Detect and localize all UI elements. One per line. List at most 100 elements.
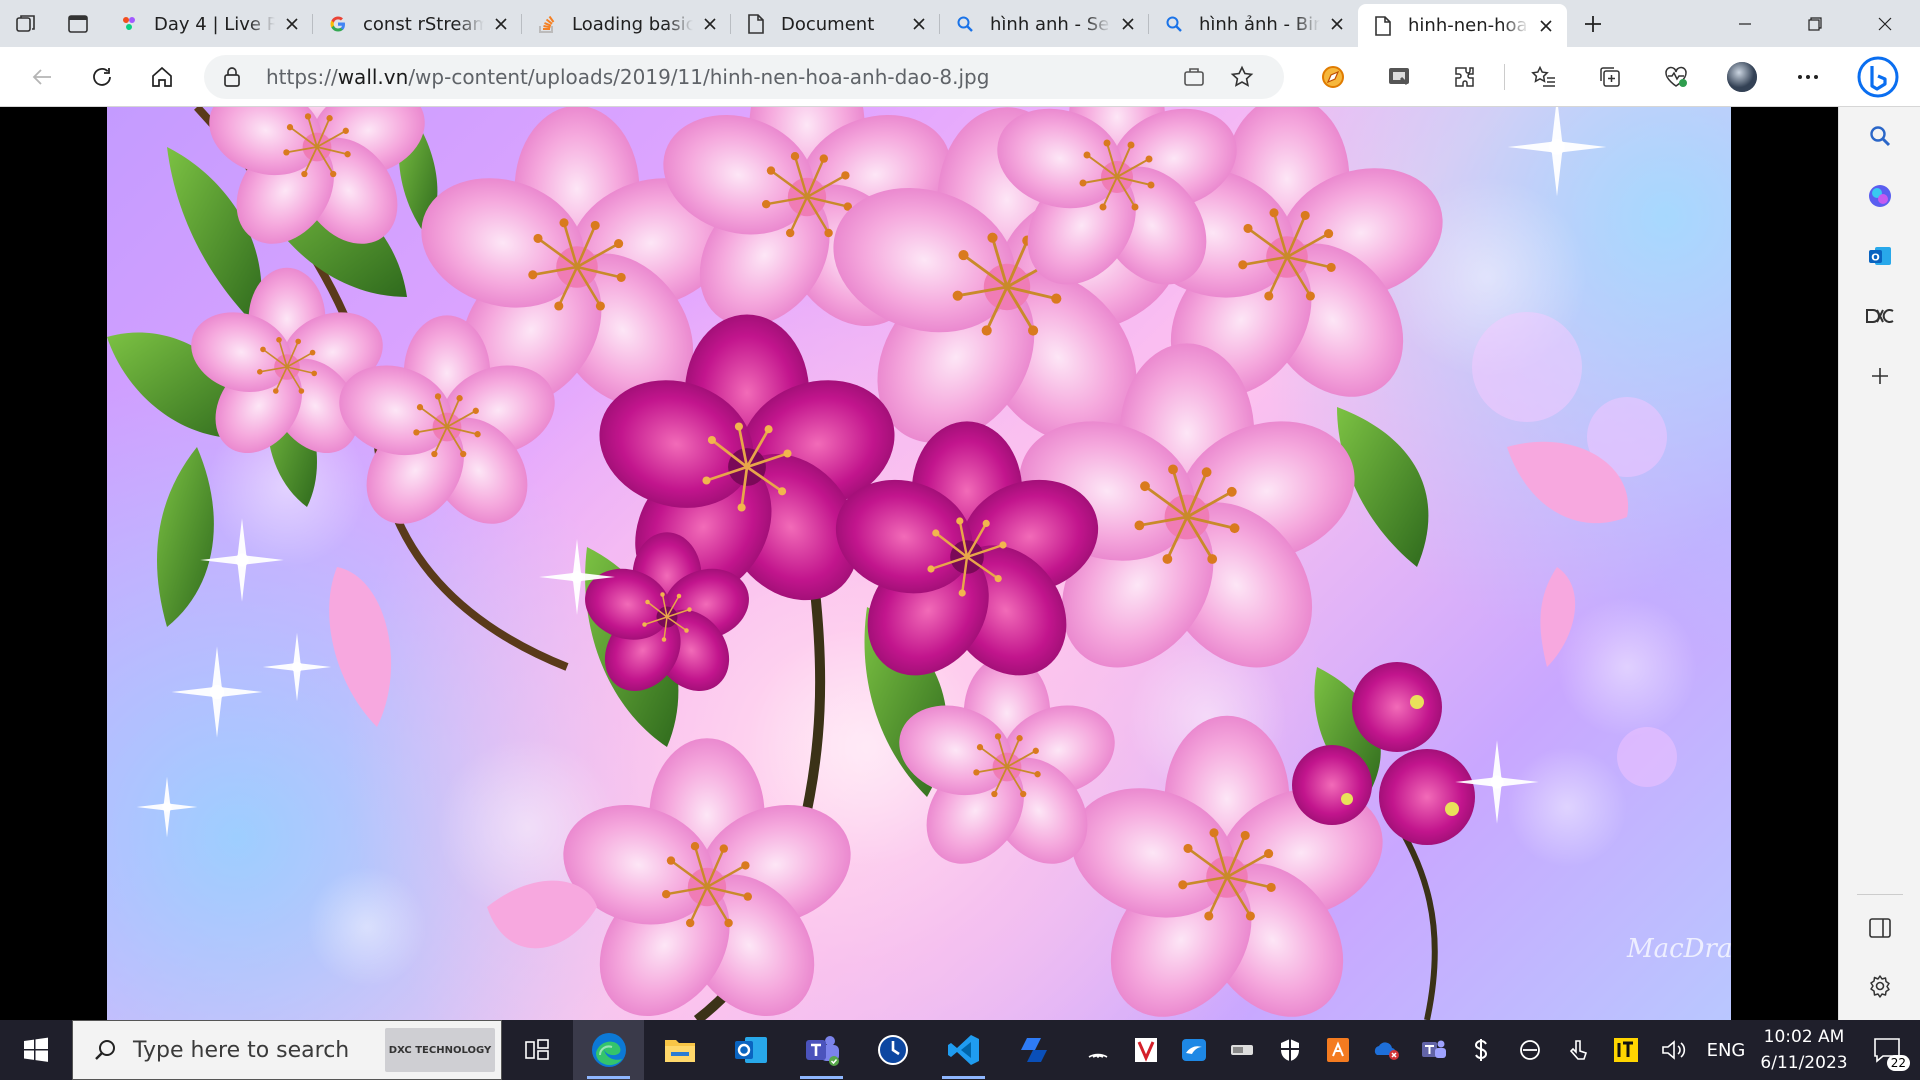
sidebar-discover-button[interactable] [1839,171,1920,221]
sidebar-search-button[interactable] [1839,111,1920,161]
restore-icon [1808,16,1822,31]
usb-drive-icon [1231,1045,1253,1055]
profile-avatar-icon [1727,61,1757,92]
cherry-blossom-illustration: MacDragon [107,107,1731,1020]
profile-button[interactable] [1709,55,1775,99]
tray-dollar-app[interactable] [1458,1020,1506,1080]
input-language[interactable]: ENG [1698,1040,1754,1061]
system-tray: ENG 10:02 AM 6/11/2023 22 [1074,1020,1920,1080]
extensions-button[interactable] [1432,55,1498,99]
bing-copilot-button[interactable] [1841,55,1915,99]
sidebar-dxc-button[interactable] [1839,291,1920,341]
teams-icon [805,1036,839,1066]
close-tab-icon[interactable] [699,13,721,35]
collections-button[interactable] [1577,55,1643,99]
document-icon [745,13,767,35]
taskbar-edge[interactable] [573,1020,644,1080]
tab-1[interactable]: const rStream [313,4,522,44]
search-highlight-badge: DXC TECHNOLOGY [385,1028,495,1072]
sidebar-add-button[interactable] [1839,351,1920,401]
tray-it-app[interactable] [1602,1020,1650,1080]
tab-0[interactable]: Day 4 | Live Re [104,4,313,44]
settings-more-button[interactable] [1775,55,1841,99]
notification-center-button[interactable]: 22 [1854,1020,1920,1080]
navigation-bar: https://wall.vn/wp-content/uploads/2019/… [0,47,1920,107]
url-domain: wall.vn [337,64,409,89]
tab-6-active[interactable]: hinh-nen-hoa [1358,4,1567,47]
extension-b[interactable] [1366,55,1432,99]
stackoverflow-icon [536,13,558,35]
close-tab-icon[interactable] [1117,13,1139,35]
vertical-tabs-button[interactable] [52,0,104,47]
tray-security[interactable] [1266,1020,1314,1080]
tab-actions-icon [68,14,88,33]
task-view-button[interactable] [502,1020,573,1080]
close-tab-icon[interactable] [490,13,512,35]
tray-wifi[interactable] [1074,1020,1122,1080]
taskbar-file-explorer[interactable] [644,1020,715,1080]
app-available-button[interactable] [1170,67,1218,87]
tab-3[interactable]: Document [731,4,940,44]
tray-touch[interactable] [1554,1020,1602,1080]
browser-essentials-button[interactable] [1643,55,1709,99]
tab-5[interactable]: hình ảnh - Bin [1149,4,1358,44]
sidebar-divider [1857,894,1903,895]
tray-cloud-app[interactable] [1170,1020,1218,1080]
tab-2[interactable]: Loading basic [522,4,731,44]
close-icon [1878,17,1892,30]
minimize-button[interactable] [1710,0,1780,47]
refresh-button[interactable] [72,55,132,99]
lock-icon[interactable] [222,66,252,88]
speaker-icon [1662,1040,1686,1060]
extension-a[interactable] [1300,55,1366,99]
address-bar[interactable]: https://wall.vn/wp-content/uploads/2019/… [204,54,1284,99]
back-button[interactable] [12,55,72,99]
edge-sidebar: O [1838,107,1920,1020]
close-tab-icon[interactable] [908,13,930,35]
close-tab-icon[interactable] [281,13,303,35]
dollar-app-icon [1474,1039,1488,1061]
tray-orange-app[interactable] [1314,1020,1362,1080]
new-tab-button[interactable] [1567,4,1619,44]
refresh-icon [93,67,111,86]
start-button[interactable] [0,1020,72,1080]
taskbar-time-tracker[interactable] [857,1020,928,1080]
taskbar-search-box[interactable]: Type here to search DXC TECHNOLOGY [72,1020,502,1080]
favorites-list-icon [1531,65,1555,87]
taskbar-outlook[interactable] [715,1020,786,1080]
it-app-icon [1614,1038,1638,1062]
restore-button[interactable] [1780,0,1850,47]
sidebar-settings-button[interactable] [1839,961,1920,1011]
sidebar-outlook-button[interactable]: O [1839,231,1920,281]
tray-device[interactable] [1218,1020,1266,1080]
workspaces-button[interactable] [0,0,52,47]
close-tab-icon[interactable] [1535,15,1557,37]
tab-4[interactable]: hình anh - Se [940,4,1149,44]
clock-time: 10:02 AM [1763,1027,1845,1047]
home-button[interactable] [132,55,192,99]
plus-icon [1585,16,1601,32]
onedrive-error-icon [1374,1042,1399,1060]
home-icon [152,66,172,87]
tab-title: hình ảnh - Bin [1199,13,1320,35]
outlook-icon: O [1869,247,1891,265]
bing-search-icon [954,13,976,35]
taskbar-teams[interactable] [786,1020,857,1080]
tray-vivaldi[interactable] [1122,1020,1170,1080]
add-favorite-button[interactable] [1218,65,1266,89]
taskbar-power-automate[interactable] [999,1020,1070,1080]
cherry-blossom-image[interactable]: MacDragon [107,107,1731,1020]
sidebar-hide-button[interactable] [1839,903,1920,953]
teams-icon [1422,1040,1446,1058]
tray-volume[interactable] [1650,1020,1698,1080]
plus-icon [1872,368,1888,384]
taskbar-vscode[interactable] [928,1020,999,1080]
url-text[interactable]: https://wall.vn/wp-content/uploads/2019/… [266,65,1170,89]
tray-onedrive[interactable] [1362,1020,1410,1080]
taskbar-clock[interactable]: 10:02 AM 6/11/2023 [1754,1024,1854,1076]
close-window-button[interactable] [1850,0,1920,47]
tray-teams[interactable] [1410,1020,1458,1080]
favorites-button[interactable] [1511,55,1577,99]
tray-time-sync[interactable] [1506,1020,1554,1080]
close-tab-icon[interactable] [1326,13,1348,35]
